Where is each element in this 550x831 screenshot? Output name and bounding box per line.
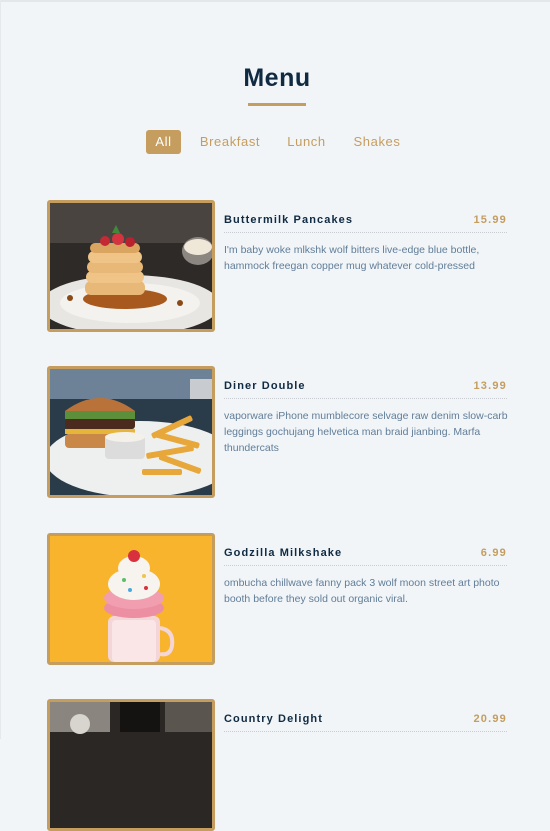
- item-name: Country Delight: [224, 713, 323, 725]
- menu-item: Diner Double 13.99 vaporware iPhone mumb…: [47, 366, 517, 498]
- menu-item: Godzilla Milkshake 6.99 ombucha chillwav…: [47, 533, 517, 665]
- item-name: Godzilla Milkshake: [224, 547, 343, 559]
- menu-item: Buttermilk Pancakes 15.99 I'm baby woke …: [47, 200, 517, 332]
- item-description: ombucha chillwave fanny pack 3 wolf moon…: [224, 577, 500, 605]
- item-price: 6.99: [480, 547, 507, 559]
- item-name: Diner Double: [224, 380, 306, 392]
- item-header: Diner Double 13.99: [224, 380, 507, 399]
- filter-lunch-button[interactable]: Lunch: [284, 130, 329, 154]
- page-title: Menu: [243, 64, 311, 92]
- godzilla-milkshake-photo: [47, 533, 215, 665]
- diner-double-photo: [47, 366, 215, 498]
- left-border: [0, 0, 1, 739]
- menu-item: Country Delight 20.99: [47, 699, 517, 831]
- item-description: I'm baby woke mlkshk wolf bitters live-e…: [224, 244, 480, 272]
- country-delight-photo: [47, 699, 215, 831]
- item-header: Country Delight 20.99: [224, 713, 507, 732]
- title-underline: [248, 103, 306, 106]
- filter-all-button[interactable]: All: [146, 130, 181, 154]
- top-border: [0, 0, 550, 2]
- item-description: vaporware iPhone mumblecore selvage raw …: [224, 410, 508, 454]
- item-price: 20.99: [473, 713, 507, 725]
- item-header: Buttermilk Pancakes 15.99: [224, 214, 507, 233]
- filter-shakes-button[interactable]: Shakes: [352, 130, 402, 154]
- buttermilk-pancakes-photo: [47, 200, 215, 332]
- item-header: Godzilla Milkshake 6.99: [224, 547, 507, 566]
- item-price: 13.99: [473, 380, 507, 392]
- item-name: Buttermilk Pancakes: [224, 214, 354, 226]
- filter-breakfast-button[interactable]: Breakfast: [198, 130, 262, 154]
- filter-bar: All Breakfast Lunch Shakes: [0, 130, 550, 154]
- item-price: 15.99: [473, 214, 507, 226]
